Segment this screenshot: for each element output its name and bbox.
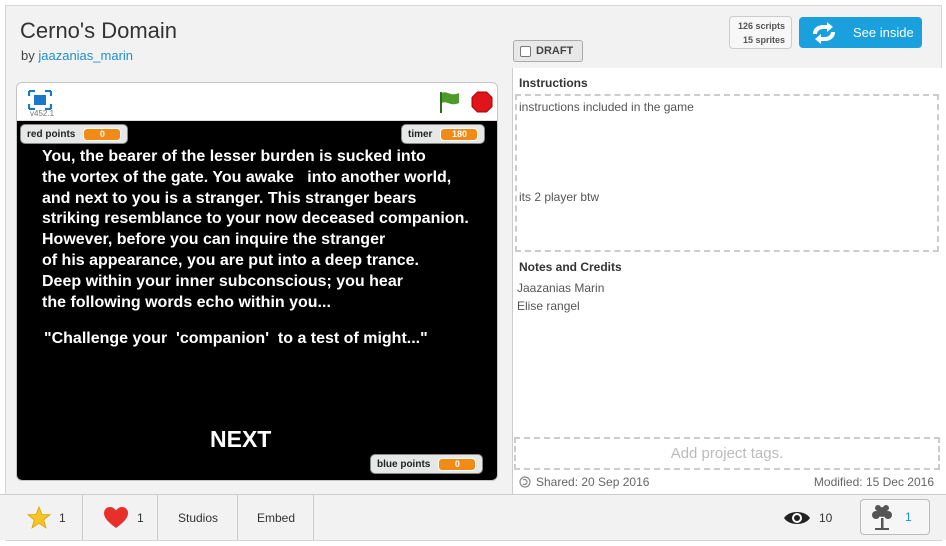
project-info-panel: Instructions instructions included in th…	[512, 68, 942, 494]
embed-button[interactable]: Embed	[238, 495, 314, 540]
project-byline: by jaazanias_marin	[21, 48, 133, 63]
red-points-value: 0	[83, 127, 122, 141]
instructions-heading: Instructions	[519, 76, 588, 90]
shared-date: Shared: 20 Sep 2016	[519, 475, 649, 489]
project-counts: 126 scripts 15 sprites	[729, 16, 792, 49]
by-label: by	[21, 48, 35, 63]
love-button[interactable]: 1	[83, 495, 158, 540]
red-points-label: red points	[27, 128, 76, 140]
instructions-box[interactable]: instructions included in the game its 2 …	[515, 94, 939, 252]
studios-button[interactable]: Studios	[158, 495, 238, 540]
draft-checkbox[interactable]	[520, 45, 531, 57]
remix-tree-icon	[872, 505, 892, 530]
see-inside-button[interactable]: See inside	[799, 17, 922, 48]
modified-date: Modified: 15 Dec 2016	[813, 475, 934, 489]
player-controls: v452.1	[17, 83, 497, 121]
instructions-line-1: instructions included in the game	[519, 100, 694, 114]
sprites-count: 15 sprites	[742, 35, 785, 45]
timer-label: timer	[408, 128, 433, 140]
notes-line-1: Jaazanias Marin	[517, 281, 605, 295]
timer-value: 180	[440, 127, 479, 141]
project-title[interactable]: Cerno's Domain	[20, 18, 177, 44]
remix-tree-button[interactable]: 1	[860, 499, 930, 535]
stage[interactable]: red points 0 timer 180 You, the bearer o…	[17, 121, 497, 480]
scripts-count: 126 scripts	[737, 21, 785, 31]
draft-label: DRAFT	[536, 45, 574, 57]
blue-points-monitor: blue points 0	[370, 454, 484, 474]
next-button[interactable]: NEXT	[210, 426, 271, 453]
player-version: v452.1	[30, 109, 55, 118]
see-inside-label: See inside	[853, 25, 914, 40]
eye-icon	[784, 511, 810, 524]
author-link[interactable]: jaazanias_marin	[38, 48, 133, 63]
stop-icon[interactable]	[471, 91, 493, 113]
favorite-button[interactable]: 1	[5, 495, 83, 540]
timer-monitor: timer 180	[401, 124, 486, 144]
shared-icon	[519, 476, 531, 488]
red-points-monitor: red points 0	[20, 124, 129, 144]
fullscreen-icon[interactable]	[28, 90, 52, 110]
draft-badge[interactable]: DRAFT	[513, 40, 584, 62]
project-player: v452.1 red points 0 timer 180 You, the b…	[16, 82, 498, 481]
notes-line-2: Elise rangel	[517, 299, 580, 313]
green-flag-icon[interactable]	[437, 90, 461, 114]
shared-label: Shared: 20 Sep 2016	[536, 475, 650, 489]
blue-points-label: blue points	[377, 458, 431, 470]
notes-heading: Notes and Credits	[519, 260, 622, 274]
favorite-count: 1	[59, 510, 66, 525]
project-stats-bar: 1 1 Studios Embed 10 1	[0, 494, 946, 540]
embed-label: Embed	[257, 510, 296, 525]
heart-icon	[104, 507, 128, 528]
instructions-line-2: its 2 player btw	[519, 190, 600, 204]
remix-count: 1	[905, 510, 912, 524]
quote-text: "Challenge your 'companion' to a test of…	[44, 330, 428, 347]
remix-arrows-icon	[813, 21, 835, 44]
blue-points-value: 0	[438, 457, 477, 471]
views-count: 10	[819, 510, 833, 525]
project-tags-input[interactable]: Add project tags.	[514, 437, 940, 470]
love-count: 1	[137, 510, 144, 525]
views-stat: 10	[781, 495, 847, 540]
star-icon	[27, 506, 51, 529]
studios-label: Studios	[178, 510, 219, 525]
story-text: You, the bearer of the lesser burden is …	[42, 148, 469, 311]
